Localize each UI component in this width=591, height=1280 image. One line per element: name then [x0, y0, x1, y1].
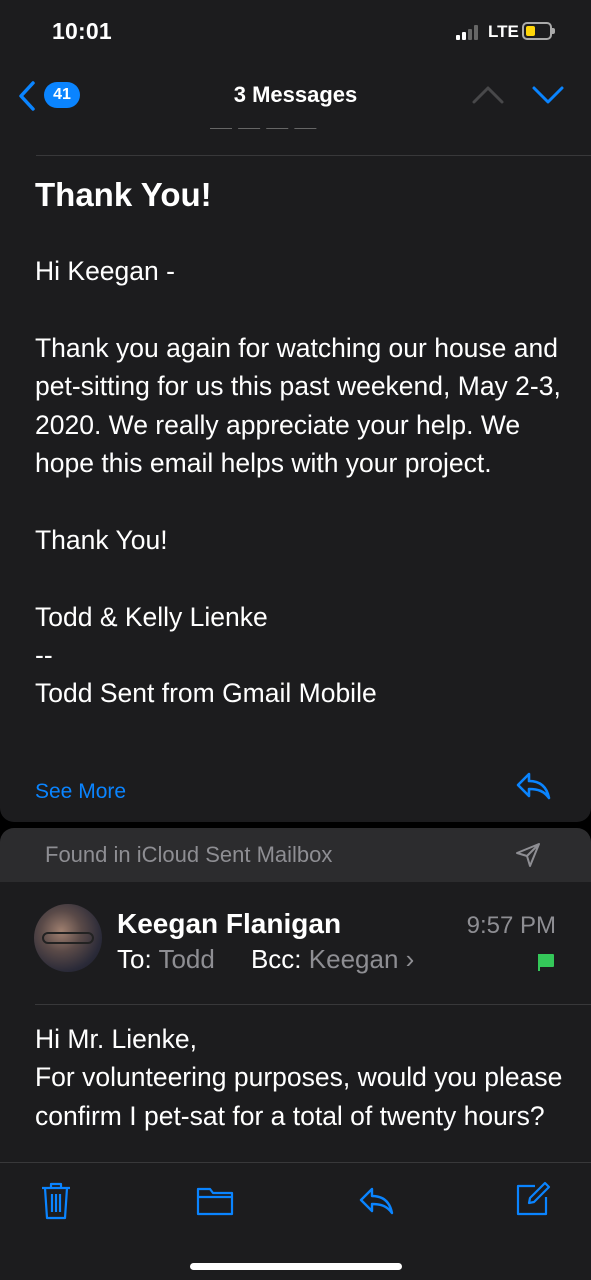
reply-icon[interactable]	[357, 1185, 395, 1217]
clock: 10:01	[52, 18, 112, 44]
message-body: Hi Keegan - Thank you again for watching…	[35, 252, 565, 713]
send-icon	[516, 843, 540, 867]
clipped-text: — — — —	[210, 128, 316, 140]
chevron-right-icon: ›	[405, 944, 415, 974]
to-recipient: Todd	[158, 944, 215, 974]
message-body: Hi Mr. Lienke, For volunteering purposes…	[35, 1020, 565, 1135]
greeting: Hi Mr. Lienke,	[35, 1024, 198, 1054]
found-in-mailbox-banner: Found in iCloud Sent Mailbox	[0, 828, 591, 882]
nav-bar: 41 3 Messages	[0, 64, 591, 128]
bcc-recipient: Keegan	[308, 944, 399, 974]
sent-from-footer: Todd Sent from Gmail Mobile	[35, 678, 377, 709]
to-label: To:	[117, 944, 152, 974]
message-card-2: Keegan Flanigan 9:57 PM To: Todd Bcc: Ke…	[0, 882, 591, 1162]
see-more-link[interactable]: See More	[35, 780, 126, 804]
closing: Thank You!	[35, 524, 168, 555]
signal-icon	[456, 24, 482, 40]
divider	[35, 1004, 591, 1005]
folder-icon[interactable]	[196, 1185, 234, 1217]
reply-icon[interactable]	[514, 770, 552, 802]
bottom-toolbar	[0, 1162, 591, 1280]
found-in-mailbox-text: Found in iCloud Sent Mailbox	[45, 842, 333, 867]
signature-separator: --	[35, 640, 53, 671]
network-label: LTE	[488, 22, 519, 41]
signature: Todd & Kelly Lienke	[35, 601, 268, 632]
body-paragraph: For volunteering purposes, would you ple…	[35, 1062, 563, 1131]
message-time: 9:57 PM	[466, 912, 556, 939]
flag-icon	[538, 954, 554, 971]
message-subject: Thank You!	[35, 176, 212, 213]
greeting: Hi Keegan -	[35, 256, 175, 286]
battery-icon	[522, 22, 555, 40]
recipients[interactable]: To: Todd Bcc: Keegan ›	[117, 944, 414, 975]
message-card-1: — — — — Thank You! Hi Keegan - Thank you…	[0, 128, 591, 822]
up-chevron-icon[interactable]	[470, 80, 506, 108]
trash-icon[interactable]	[40, 1181, 72, 1221]
home-indicator[interactable]	[190, 1263, 402, 1270]
divider	[36, 155, 591, 156]
down-chevron-icon[interactable]	[530, 80, 566, 108]
bcc-label: Bcc:	[250, 944, 302, 974]
body-paragraph: Thank you again for watching our house a…	[35, 332, 561, 479]
avatar[interactable]	[34, 904, 102, 972]
compose-icon[interactable]	[515, 1181, 551, 1217]
sender-name[interactable]: Keegan Flanigan	[117, 908, 341, 940]
status-bar: 10:01 LTE	[0, 0, 591, 64]
